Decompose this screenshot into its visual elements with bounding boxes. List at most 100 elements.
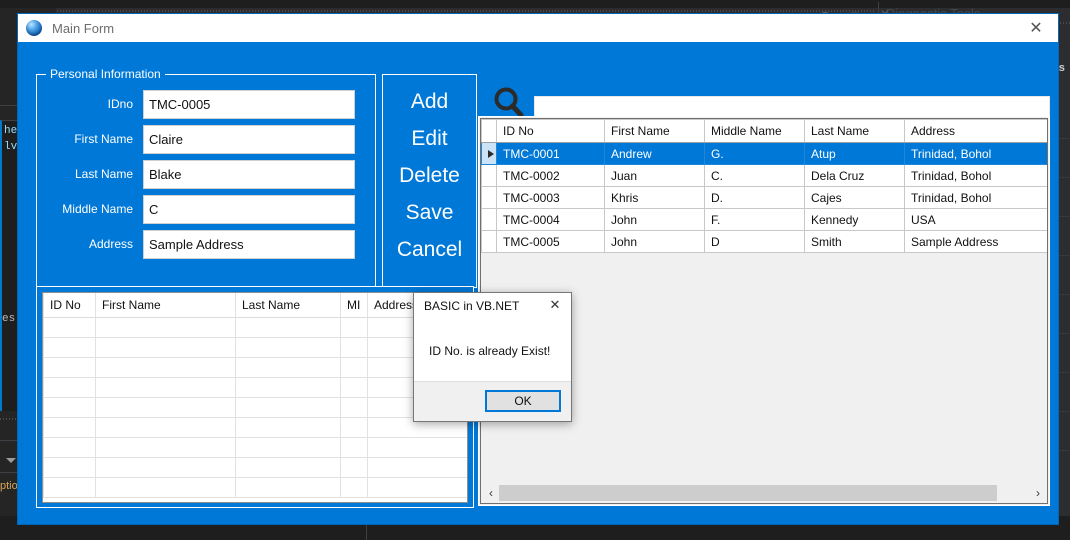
dialog-title: BASIC in VB.NET [424, 299, 519, 313]
horizontal-scrollbar[interactable]: ‹ › [483, 485, 1046, 501]
field-row-first-name: First Name [37, 124, 375, 154]
col2-last-name[interactable]: Last Name [236, 293, 341, 318]
row-selector[interactable] [482, 209, 497, 231]
cell-id-no[interactable]: TMC-0001 [497, 143, 605, 165]
close-icon[interactable]: ✕ [545, 296, 565, 314]
label-address: Address [37, 237, 143, 251]
table-row[interactable]: TMC-0004 John F. Kennedy USA [482, 209, 1048, 231]
secondary-table: ID No First Name Last Name MI Address [43, 293, 468, 498]
table-row[interactable]: TMC-0003 Khris D. Cajes Trinidad, Bohol [482, 187, 1048, 209]
cell-first-name[interactable]: John [605, 231, 705, 253]
cell-middle-name[interactable]: C. [705, 165, 805, 187]
groupbox-legend: Personal Information [46, 67, 165, 81]
cell-id-no[interactable]: TMC-0002 [497, 165, 605, 187]
personal-information-groupbox: Personal Information IDno First Name Las… [36, 74, 376, 288]
table-row[interactable] [44, 338, 468, 358]
col-address[interactable]: Address [905, 120, 1048, 143]
table-row[interactable] [44, 458, 468, 478]
message-dialog: BASIC in VB.NET ✕ ID No. is already Exis… [413, 292, 572, 422]
input-address[interactable] [143, 230, 355, 259]
input-idno[interactable] [143, 90, 355, 119]
save-button[interactable]: Save [383, 194, 476, 231]
secondary-datagrid[interactable]: ID No First Name Last Name MI Address [36, 286, 474, 508]
table-header-row: ID No First Name Last Name MI Address [44, 293, 468, 318]
cell-address[interactable]: Trinidad, Bohol [905, 187, 1048, 209]
cell-last-name[interactable]: Cajes [805, 187, 905, 209]
cell-middle-name[interactable]: G. [705, 143, 805, 165]
row-header-corner[interactable] [482, 120, 497, 143]
cell-address[interactable]: USA [905, 209, 1048, 231]
input-first-name[interactable] [143, 125, 355, 154]
records-table: ID No First Name Middle Name Last Name A… [481, 119, 1048, 253]
row-selector[interactable] [482, 187, 497, 209]
table-row[interactable] [44, 378, 468, 398]
cell-address[interactable]: Sample Address [905, 231, 1048, 253]
chevron-down-icon[interactable] [6, 458, 16, 463]
row-pointer-icon [488, 150, 494, 158]
col-id-no[interactable]: ID No [497, 120, 605, 143]
row-selector[interactable] [482, 165, 497, 187]
sphere-icon [26, 20, 42, 36]
table-row[interactable]: TMC-0001 Andrew G. Atup Trinidad, Bohol [482, 143, 1048, 165]
cell-first-name[interactable]: Andrew [605, 143, 705, 165]
input-middle-name[interactable] [143, 195, 355, 224]
cancel-button[interactable]: Cancel [383, 231, 476, 268]
cell-first-name[interactable]: Juan [605, 165, 705, 187]
table-row[interactable] [44, 318, 468, 338]
col-first-name[interactable]: First Name [605, 120, 705, 143]
cell-last-name[interactable]: Smith [805, 231, 905, 253]
cell-middle-name[interactable]: D [705, 231, 805, 253]
cell-first-name[interactable]: Khris [605, 187, 705, 209]
cell-address[interactable]: Trinidad, Bohol [905, 165, 1048, 187]
scroll-right-icon[interactable]: › [1030, 485, 1046, 501]
table-row[interactable] [44, 418, 468, 438]
cell-address[interactable]: Trinidad, Bohol [905, 143, 1048, 165]
dialog-message: ID No. is already Exist! [429, 344, 550, 358]
row-selector[interactable] [482, 231, 497, 253]
col-middle-name[interactable]: Middle Name [705, 120, 805, 143]
col-last-name[interactable]: Last Name [805, 120, 905, 143]
col2-id-no[interactable]: ID No [44, 293, 96, 318]
cell-last-name[interactable]: Kennedy [805, 209, 905, 231]
row-selector[interactable] [482, 143, 497, 165]
label-first-name: First Name [37, 132, 143, 146]
cell-last-name[interactable]: Atup [805, 143, 905, 165]
main-form-titlebar[interactable]: Main Form ✕ [18, 14, 1058, 42]
dialog-footer: OK [414, 381, 571, 421]
cell-middle-name[interactable]: D. [705, 187, 805, 209]
input-last-name[interactable] [143, 160, 355, 189]
field-row-last-name: Last Name [37, 159, 375, 189]
close-icon[interactable]: ✕ [1014, 14, 1058, 42]
table-row[interactable]: TMC-0005 John D Smith Sample Address [482, 231, 1048, 253]
scrollbar-track[interactable] [997, 485, 1030, 501]
edit-button[interactable]: Edit [383, 120, 476, 157]
field-row-middle-name: Middle Name [37, 194, 375, 224]
cell-id-no[interactable]: TMC-0003 [497, 187, 605, 209]
cell-id-no[interactable]: TMC-0005 [497, 231, 605, 253]
field-row-address: Address [37, 229, 375, 259]
delete-button[interactable]: Delete [383, 157, 476, 194]
main-form-window: Main Form ✕ Personal Information IDno Fi… [18, 14, 1058, 524]
col2-mi[interactable]: MI [341, 293, 368, 318]
cell-last-name[interactable]: Dela Cruz [805, 165, 905, 187]
cell-first-name[interactable]: John [605, 209, 705, 231]
scroll-left-icon[interactable]: ‹ [483, 485, 499, 501]
ok-button[interactable]: OK [485, 390, 561, 412]
table-row[interactable] [44, 398, 468, 418]
scrollbar-thumb[interactable] [499, 485, 997, 501]
cell-middle-name[interactable]: F. [705, 209, 805, 231]
label-last-name: Last Name [37, 167, 143, 181]
label-middle-name: Middle Name [37, 202, 143, 216]
table-row[interactable]: TMC-0002 Juan C. Dela Cruz Trinidad, Boh… [482, 165, 1048, 187]
table-header-row: ID No First Name Middle Name Last Name A… [482, 120, 1048, 143]
cell-id-no[interactable]: TMC-0004 [497, 209, 605, 231]
screenshot-root: here lvat ' ' D: D: co U: es f ption Dia… [0, 0, 1070, 540]
main-form-title: Main Form [52, 21, 114, 36]
main-form-body: Personal Information IDno First Name Las… [18, 42, 1058, 524]
col2-first-name[interactable]: First Name [96, 293, 236, 318]
add-button[interactable]: Add [383, 83, 476, 120]
table-row[interactable] [44, 358, 468, 378]
action-buttons-groupbox: Add Edit Delete Save Cancel [382, 74, 477, 288]
table-row[interactable] [44, 438, 468, 458]
table-row[interactable] [44, 478, 468, 498]
